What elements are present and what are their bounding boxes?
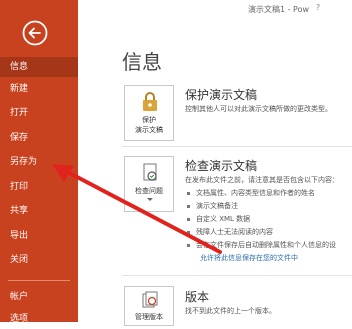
sidebar-item-options[interactable]: 选项 — [0, 309, 78, 329]
document-check-icon — [143, 163, 157, 181]
lock-key-icon — [143, 92, 157, 111]
manage-versions-label: 管理版本 — [135, 313, 163, 321]
inspect-section-desc: 在发布此文件之前，请注意其是否包含以下内容： — [185, 176, 339, 184]
sidebar-item-open[interactable]: 打开 — [0, 103, 78, 123]
sidebar-item-export[interactable]: 导出 — [0, 226, 78, 246]
inspect-bullet: 残障人士无法阅读的内容 — [187, 227, 273, 237]
inspect-bullet: 会在文件保存后自动删除属性和个人信息的设 — [187, 240, 347, 250]
sidebar-item-share[interactable]: 共享 — [0, 201, 78, 221]
page-title: 信息 — [122, 50, 162, 74]
protect-presentation-button[interactable]: 保护 演示文稿 — [124, 85, 174, 141]
check-issues-button[interactable]: 检查问题 — [124, 156, 174, 212]
window-title: 演示文稿1 - Pow — [248, 5, 310, 14]
inspect-bullet: 演示文稿备注 — [187, 201, 238, 211]
inspect-bullet: 文档属性、内容类型信息和作者的姓名 — [187, 188, 315, 198]
section-divider — [122, 275, 352, 276]
sidebar-item-close[interactable]: 关闭 — [0, 250, 78, 270]
sidebar-item-info[interactable]: 信息 — [0, 57, 78, 77]
help-icon[interactable]: ? — [312, 2, 324, 12]
inspect-bullet: 自定义 XML 数据 — [187, 214, 250, 224]
sidebar-divider — [8, 280, 70, 281]
sidebar-item-print[interactable]: 打印 — [0, 177, 78, 197]
backstage-sidebar: 信息 新建 打开 保存 另存为 打印 共享 导出 关闭 帐户 选项 — [0, 0, 78, 324]
sidebar-item-save[interactable]: 保存 — [0, 128, 78, 148]
inspect-section-title: 检查演示文稿 — [185, 159, 258, 173]
check-issues-label: 检查问题 — [135, 187, 163, 195]
sidebar-item-save-as[interactable]: 另存为 — [0, 152, 78, 172]
protect-button-label-1: 保护 — [142, 116, 156, 124]
sidebar-item-account[interactable]: 帐户 — [0, 287, 78, 307]
protect-section-title: 保护演示文稿 — [185, 88, 258, 102]
sidebar-item-new[interactable]: 新建 — [0, 79, 78, 99]
versions-section-title: 版本 — [185, 290, 210, 304]
chevron-down-icon — [147, 198, 153, 201]
protect-section-desc: 控制其他人可以对此演示文稿所做的更改类型。 — [185, 105, 332, 113]
manage-versions-button[interactable]: 管理版本 — [124, 286, 174, 326]
protect-button-label-2: 演示文稿 — [135, 126, 163, 134]
back-arrow-icon[interactable] — [22, 20, 48, 46]
document-versions-icon — [142, 291, 158, 308]
allow-save-info-link[interactable]: 允许将此信息保存在您的文件中 — [200, 253, 298, 263]
versions-section-desc: 找不到此文件的上一个版本。 — [185, 307, 276, 315]
svg-text:?: ? — [316, 3, 320, 12]
section-divider — [122, 146, 352, 147]
